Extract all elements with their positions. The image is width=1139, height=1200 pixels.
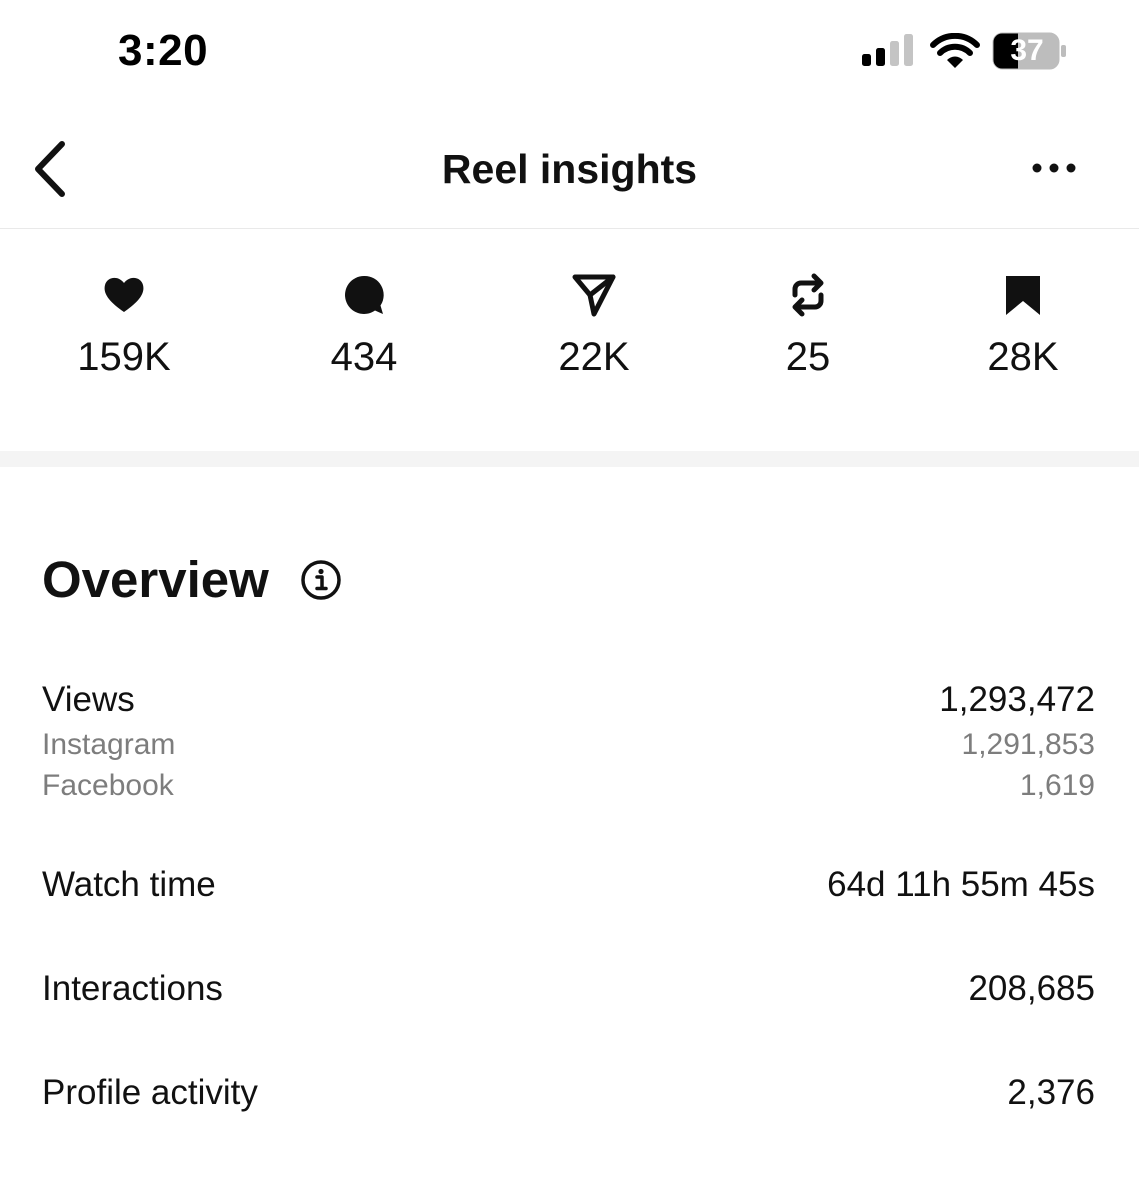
wifi-icon <box>930 33 980 68</box>
profile-activity-value: 2,376 <box>1007 1073 1095 1112</box>
views-row[interactable]: Views 1,293,472 Instagram 1,291,853 Face… <box>42 680 1095 810</box>
shares-count: 22K <box>558 335 630 379</box>
bookmark-icon <box>1006 276 1040 315</box>
comments-stat: 434 <box>264 273 464 380</box>
status-time: 3:20 <box>118 26 209 75</box>
views-label: Views <box>42 680 135 719</box>
watch-time-value: 64d 11h 55m 45s <box>827 865 1095 904</box>
nav-header: Reel insights <box>0 100 1139 229</box>
views-value: 1,293,472 <box>939 680 1095 719</box>
interactions-value: 208,685 <box>968 969 1095 1008</box>
section-divider <box>0 451 1139 467</box>
cellular-signal-icon <box>862 34 913 66</box>
interactions-label: Interactions <box>42 969 223 1008</box>
likes-stat: 159K <box>24 273 224 380</box>
profile-activity-row[interactable]: Profile activity 2,376 <box>42 1073 1095 1117</box>
reposts-stat: 25 <box>708 273 908 380</box>
reposts-count: 25 <box>785 335 831 379</box>
info-icon[interactable] <box>300 559 342 601</box>
facebook-views-value: 1,619 <box>1019 769 1095 802</box>
heart-icon <box>104 277 144 312</box>
overview-heading: Overview <box>42 551 269 608</box>
likes-count: 159K <box>77 335 171 379</box>
comment-icon <box>345 275 384 314</box>
status-bar: 3:20 37 <box>0 0 1139 100</box>
engagement-stats: 159K 434 22K 25 28K <box>0 229 1139 451</box>
interactions-row[interactable]: Interactions 208,685 <box>42 969 1095 1013</box>
send-icon <box>572 274 616 317</box>
comments-count: 434 <box>330 335 398 379</box>
facebook-views-label: Facebook <box>42 769 174 802</box>
battery-level: 37 <box>1010 34 1044 67</box>
page-title: Reel insights <box>441 146 698 192</box>
watch-time-label: Watch time <box>42 865 216 904</box>
saves-count: 28K <box>987 335 1059 379</box>
more-horizontal-icon[interactable] <box>1026 152 1082 184</box>
shares-stat: 22K <box>494 273 694 380</box>
repost-icon <box>792 273 824 317</box>
instagram-views-value: 1,291,853 <box>961 728 1095 761</box>
instagram-views-label: Instagram <box>42 728 176 761</box>
watch-time-row[interactable]: Watch time 64d 11h 55m 45s <box>42 865 1095 909</box>
saves-stat: 28K <box>923 273 1123 380</box>
profile-activity-label: Profile activity <box>42 1073 258 1112</box>
